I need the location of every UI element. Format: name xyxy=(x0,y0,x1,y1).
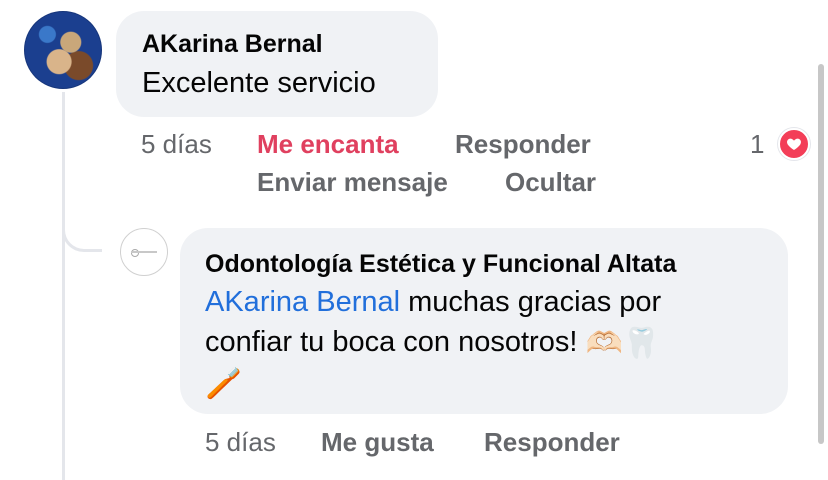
tooth-emoji: 🦷 xyxy=(622,326,661,361)
reply-time[interactable]: 5 días xyxy=(205,426,276,458)
reply-line2: confiar tu boca con nosotros! 🫶🏻🦷 xyxy=(205,322,660,364)
reply-text-1: muchas gracias por xyxy=(400,286,662,318)
reaction-count[interactable]: 1 xyxy=(750,128,764,160)
toothbrush-emoji: 🪥 xyxy=(205,366,243,401)
like-button[interactable]: Me gusta xyxy=(321,426,434,458)
comment-bubble: AKarina Bernal Excelente servicio xyxy=(116,11,438,117)
comment-time[interactable]: 5 días xyxy=(141,128,212,160)
logo-mark xyxy=(131,251,157,253)
reaction-button[interactable]: Me encanta xyxy=(257,128,399,160)
hide-button[interactable]: Ocultar xyxy=(505,166,596,198)
reply-bubble: Odontología Estética y Funcional Altata … xyxy=(180,228,788,414)
comment-text: Excelente servicio xyxy=(142,67,376,99)
thread-line xyxy=(62,92,65,480)
thread-connector xyxy=(62,180,102,252)
reply-text-2: confiar tu boca con nosotros! xyxy=(205,326,586,358)
reply-line1: AKarina Bernal muchas gracias por xyxy=(205,282,661,322)
reply-line3: 🪥 xyxy=(205,362,242,404)
reply-reply-button[interactable]: Responder xyxy=(484,426,620,458)
reply-author[interactable]: Odontología Estética y Funcional Altata xyxy=(205,249,676,279)
comment-author[interactable]: AKarina Bernal xyxy=(142,29,323,59)
send-message-button[interactable]: Enviar mensaje xyxy=(257,166,448,198)
scrollbar[interactable] xyxy=(818,64,824,444)
mention-link[interactable]: AKarina Bernal xyxy=(205,286,400,318)
heart-hands-emoji: 🫶🏻 xyxy=(585,326,623,361)
page-avatar[interactable] xyxy=(120,228,168,276)
avatar[interactable] xyxy=(24,11,102,89)
heart-icon[interactable] xyxy=(778,128,810,160)
reply-button[interactable]: Responder xyxy=(455,128,591,160)
